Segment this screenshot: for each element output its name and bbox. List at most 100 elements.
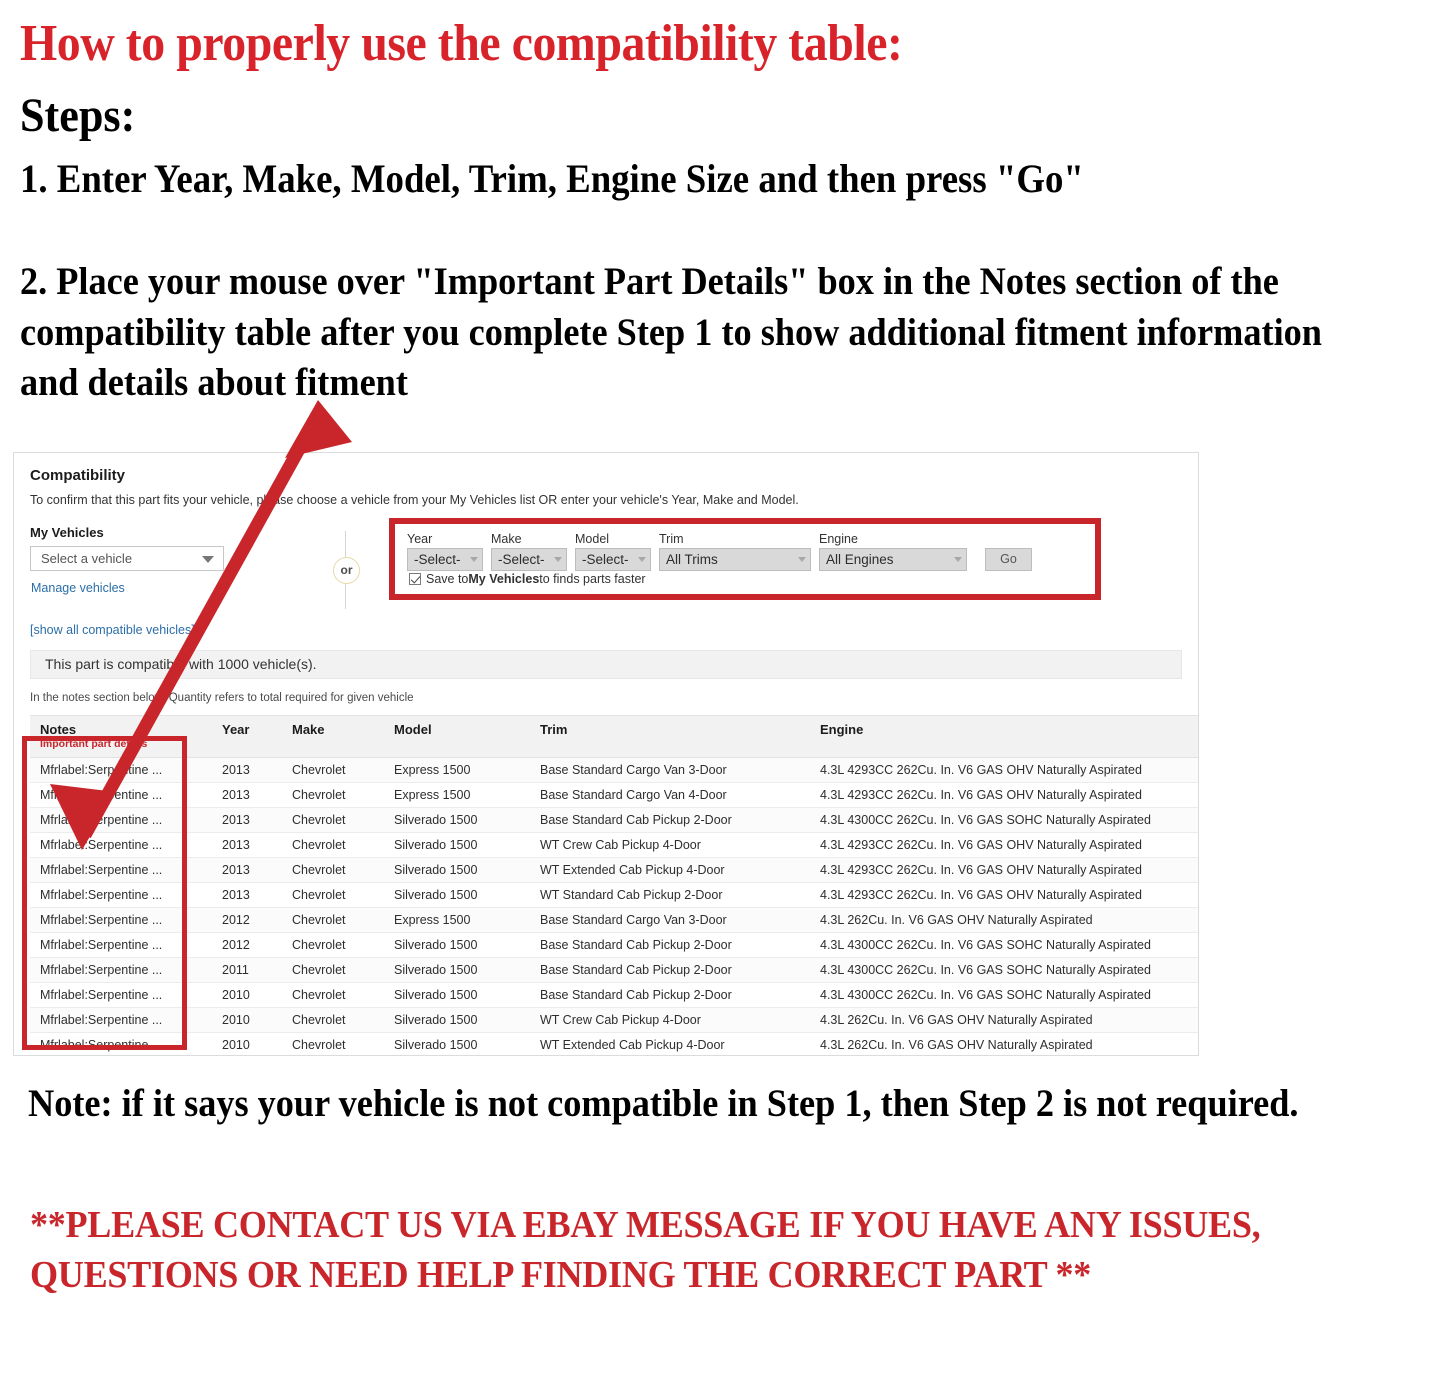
- engine-label: Engine: [819, 532, 858, 546]
- table-row: Mfrlabel:Serpentine ... 2013 Chevrolet Silv…: [30, 807, 1198, 833]
- table-row: Mfrlabel:Serpentine ... 2013 Chevrolet Silv…: [30, 857, 1198, 883]
- cell-notes[interactable]: Mfrlabel:Serpentine ...: [30, 982, 212, 1008]
- make-select[interactable]: -Select-: [491, 548, 567, 571]
- cell-make: Chevrolet: [282, 982, 384, 1008]
- or-divider: or: [326, 531, 366, 609]
- table-row: Mfrlabel:Serpentine ... 2010 Chevrolet Silv…: [30, 982, 1198, 1008]
- chevron-down-icon: [202, 556, 214, 563]
- header-year[interactable]: Year: [212, 715, 282, 758]
- cell-notes[interactable]: Mfrlabel:Serpentine ...: [30, 857, 212, 883]
- cell-engine: 4.3L 4300CC 262Cu. In. V6 GAS SOHC Natur…: [810, 982, 1198, 1008]
- table-row: Mfrlabel:Serpentine ... 2013 Chevrolet Expr…: [30, 782, 1198, 808]
- vehicle-finder-highlight-box: Year -Select- Make -Select- Model -Selec…: [389, 518, 1101, 600]
- make-select-value: -Select-: [498, 552, 545, 567]
- make-label: Make: [491, 532, 522, 546]
- contact-us-text: **PLEASE CONTACT US VIA EBAY MESSAGE IF …: [30, 1204, 1261, 1297]
- cell-make: Chevrolet: [282, 832, 384, 858]
- cell-make: Chevrolet: [282, 1032, 384, 1055]
- cell-trim: WT Extended Cab Pickup 4-Door: [530, 1032, 810, 1055]
- cell-make: Chevrolet: [282, 932, 384, 958]
- cell-notes[interactable]: Mfrlabel:Serpentine ...: [30, 882, 212, 908]
- chevron-down-icon: [470, 557, 478, 562]
- cell-year: 2013: [212, 782, 282, 808]
- cell-notes[interactable]: Mfrlabel:Serpentine ...: [30, 907, 212, 933]
- cell-model: Express 1500: [384, 757, 530, 783]
- fitment-table-head: Notes Important part details Year Make M…: [30, 715, 1198, 758]
- year-label: Year: [407, 532, 433, 546]
- table-row: Mfrlabel:Serpentine ... 2010 Chevrolet Silv…: [30, 1007, 1198, 1033]
- cell-model: Silverado 1500: [384, 982, 530, 1008]
- step-1-text: 1. Enter Year, Make, Model, Trim, Engine…: [20, 156, 1084, 201]
- cell-model: Silverado 1500: [384, 857, 530, 883]
- my-vehicles-select[interactable]: Select a vehicle: [30, 546, 224, 571]
- cell-notes[interactable]: Mfrlabel:Serpentine ...: [30, 1032, 212, 1055]
- cell-trim: Base Standard Cab Pickup 2-Door: [530, 957, 810, 983]
- bottom-note-text: Note: if it says your vehicle is not com…: [28, 1082, 1299, 1125]
- trim-label: Trim: [659, 532, 684, 546]
- chevron-down-icon: [954, 557, 962, 562]
- compatibility-panel: Compatibility To confirm that this part …: [13, 452, 1199, 1056]
- cell-year: 2012: [212, 907, 282, 933]
- header-engine[interactable]: Engine: [810, 715, 1198, 758]
- cell-make: Chevrolet: [282, 957, 384, 983]
- table-row: Mfrlabel:Serpentine ... 2013 Chevrolet Silv…: [30, 832, 1198, 858]
- cell-notes[interactable]: Mfrlabel:Serpentine ...: [30, 1007, 212, 1033]
- cell-notes[interactable]: Mfrlabel:Serpentine ...: [30, 807, 212, 833]
- go-button[interactable]: Go: [985, 548, 1032, 571]
- year-field: Year -Select-: [407, 532, 483, 571]
- cell-model: Silverado 1500: [384, 832, 530, 858]
- cell-engine: 4.3L 4300CC 262Cu. In. V6 GAS SOHC Natur…: [810, 932, 1198, 958]
- table-row: Mfrlabel:Serpentine ... 2012 Chevrolet Silv…: [30, 932, 1198, 958]
- fitment-table-body: Mfrlabel:Serpentine ... 2013 Chevrolet Expr…: [30, 757, 1198, 1055]
- header-trim[interactable]: Trim: [530, 715, 810, 758]
- cell-model: Silverado 1500: [384, 1007, 530, 1033]
- cell-notes[interactable]: Mfrlabel:Serpentine ...: [30, 832, 212, 858]
- header-make[interactable]: Make: [282, 715, 384, 758]
- engine-field: Engine All Engines: [819, 532, 967, 571]
- cell-model: Silverado 1500: [384, 957, 530, 983]
- save-to-my-vehicles-row[interactable]: Save to My Vehicles to finds parts faste…: [409, 572, 646, 586]
- table-row: Mfrlabel:Serpentine ... 2012 Chevrolet Expr…: [30, 907, 1198, 933]
- chevron-down-icon: [554, 557, 562, 562]
- cell-make: Chevrolet: [282, 757, 384, 783]
- cell-model: Silverado 1500: [384, 1032, 530, 1055]
- cell-trim: Base Standard Cab Pickup 2-Door: [530, 807, 810, 833]
- cell-engine: 4.3L 4293CC 262Cu. In. V6 GAS OHV Natura…: [810, 882, 1198, 908]
- cell-notes[interactable]: Mfrlabel:Serpentine ...: [30, 782, 212, 808]
- year-select-value: -Select-: [414, 552, 461, 567]
- cell-trim: WT Crew Cab Pickup 4-Door: [530, 1007, 810, 1033]
- cell-make: Chevrolet: [282, 1007, 384, 1033]
- trim-field: Trim All Trims: [659, 532, 811, 571]
- cell-year: 2013: [212, 832, 282, 858]
- vehicle-finder-fields: Year -Select- Make -Select- Model -Selec…: [407, 532, 1032, 571]
- compatibility-count-banner: This part is compatible with 1000 vehicl…: [30, 650, 1182, 679]
- cell-year: 2011: [212, 957, 282, 983]
- save-to-my-vehicles-checkbox[interactable]: [409, 573, 421, 585]
- cell-engine: 4.3L 4293CC 262Cu. In. V6 GAS OHV Natura…: [810, 782, 1198, 808]
- cell-trim: Base Standard Cargo Van 3-Door: [530, 907, 810, 933]
- engine-select[interactable]: All Engines: [819, 548, 967, 571]
- step-2-text: 2. Place your mouse over "Important Part…: [20, 260, 1322, 405]
- my-vehicles-label: My Vehicles: [30, 525, 104, 540]
- cell-notes[interactable]: Mfrlabel:Serpentine ...: [30, 757, 212, 783]
- cell-notes[interactable]: Mfrlabel:Serpentine ...: [30, 932, 212, 958]
- cell-model: Silverado 1500: [384, 807, 530, 833]
- model-select[interactable]: -Select-: [575, 548, 651, 571]
- table-row: Mfrlabel:Serpentine ... 2011 Chevrolet Silv…: [30, 957, 1198, 983]
- cell-model: Express 1500: [384, 907, 530, 933]
- cell-trim: WT Crew Cab Pickup 4-Door: [530, 832, 810, 858]
- manage-vehicles-link[interactable]: Manage vehicles: [31, 581, 125, 595]
- chevron-down-icon: [798, 557, 806, 562]
- notes-quantity-hint: In the notes section below, Quantity ref…: [30, 692, 414, 704]
- cell-notes[interactable]: Mfrlabel:Serpentine ...: [30, 957, 212, 983]
- header-notes[interactable]: Notes Important part details: [30, 715, 212, 758]
- cell-model: Express 1500: [384, 782, 530, 808]
- engine-select-value: All Engines: [826, 552, 894, 567]
- show-all-compatible-vehicles-link[interactable]: [show all compatible vehicles]: [30, 623, 1182, 637]
- year-select[interactable]: -Select-: [407, 548, 483, 571]
- cell-make: Chevrolet: [282, 782, 384, 808]
- cell-trim: Base Standard Cab Pickup 2-Door: [530, 932, 810, 958]
- trim-select[interactable]: All Trims: [659, 548, 811, 571]
- header-model[interactable]: Model: [384, 715, 530, 758]
- fitment-table: Notes Important part details Year Make M…: [30, 715, 1198, 1055]
